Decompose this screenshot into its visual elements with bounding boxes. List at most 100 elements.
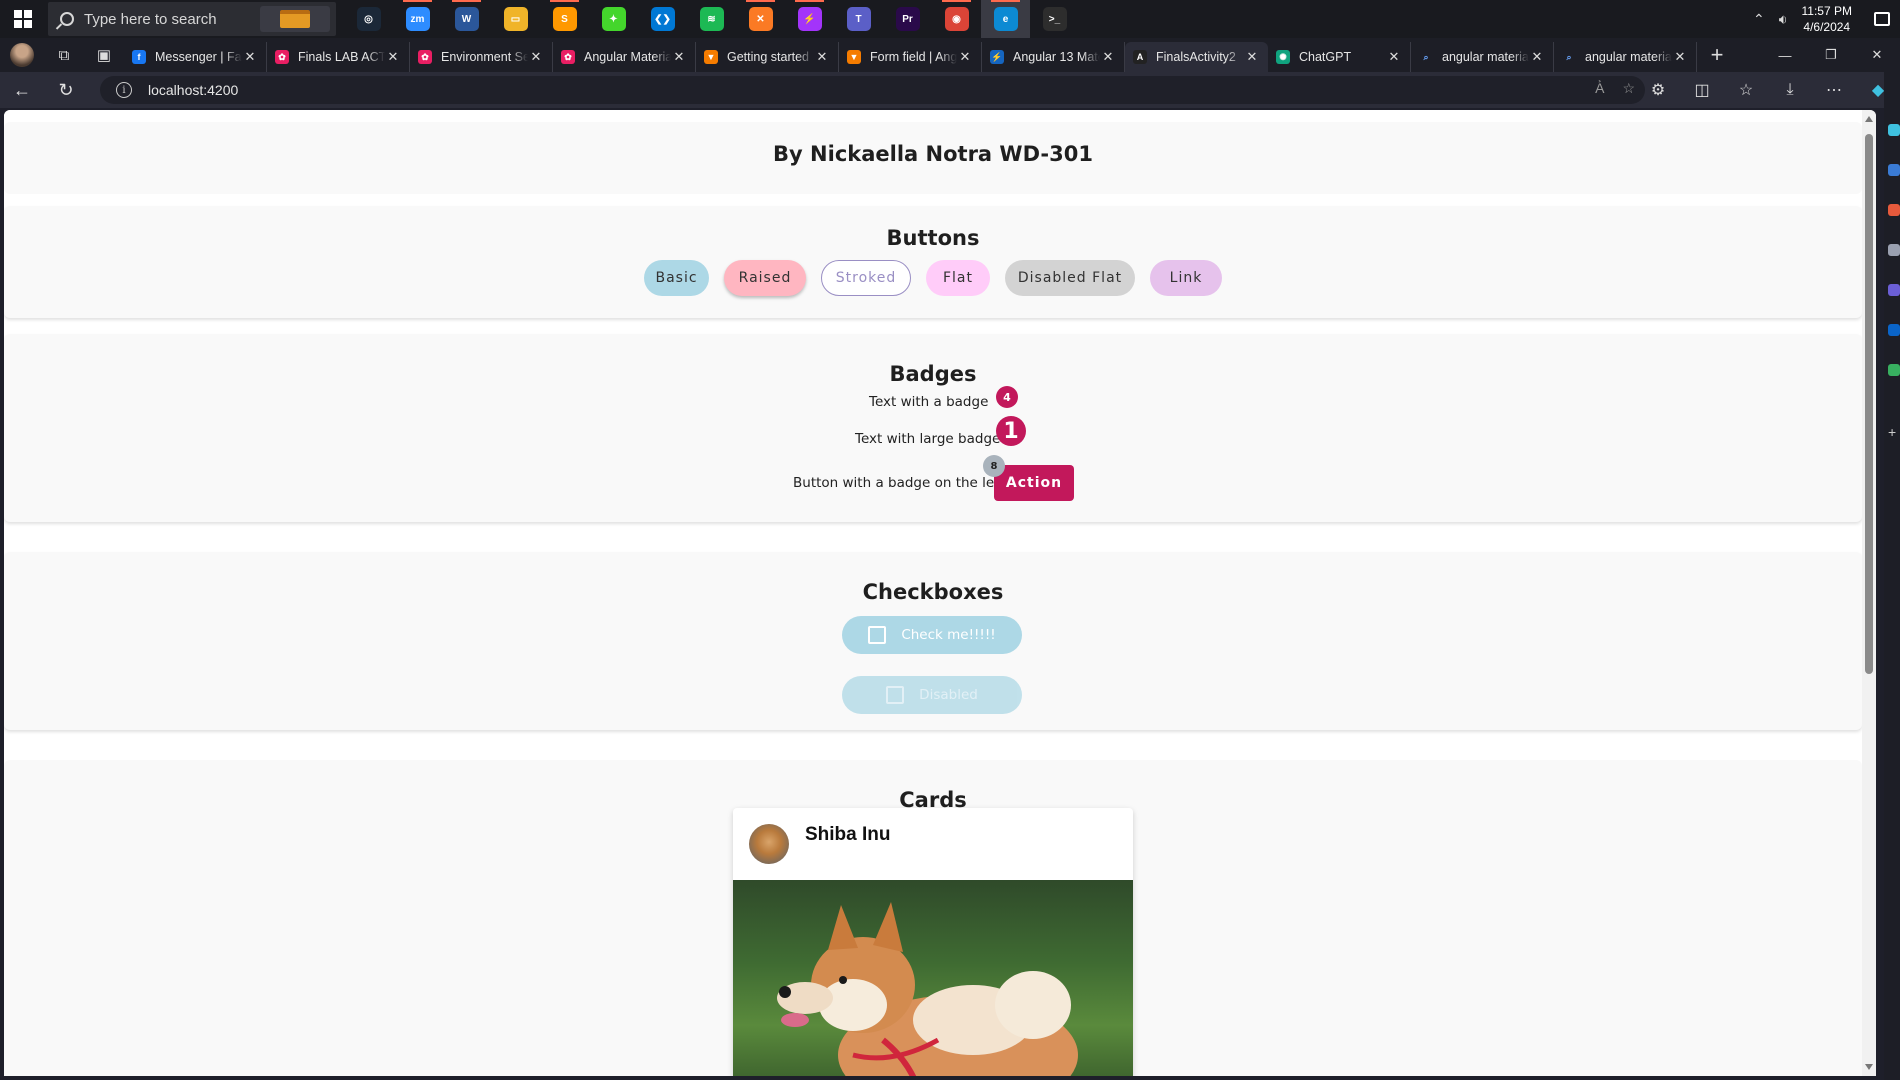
refresh-button[interactable]: ↻ <box>44 72 88 108</box>
back-button[interactable]: ← <box>0 72 44 108</box>
browser-tab[interactable]: ✿ Finals LAB ACT ✕ <box>267 42 410 72</box>
taskbar-app-vscode[interactable]: ❮❯ <box>638 0 687 38</box>
card-title: Shiba Inu <box>805 824 891 845</box>
taskbar-app-zoom[interactable]: zm <box>393 0 442 38</box>
close-window-button[interactable]: ✕ <box>1854 38 1900 72</box>
browser-tab[interactable]: ✺ ChatGPT ✕ <box>1268 42 1411 72</box>
clock-time: 11:57 PM <box>1801 4 1852 18</box>
taskbar-app-razer[interactable]: ✦ <box>589 0 638 38</box>
read-aloud-icon[interactable]: A͐ <box>1595 80 1604 97</box>
tab-title: FinalsActivity2 <box>1156 50 1236 64</box>
flat-button[interactable]: Flat <box>926 260 990 296</box>
profile-avatar[interactable] <box>0 38 44 72</box>
scroll-down-arrow-icon[interactable] <box>1865 1064 1873 1070</box>
sidebar-outlook-icon[interactable] <box>1888 324 1900 336</box>
badges-title: Badges <box>889 362 977 386</box>
page-scrollbar[interactable] <box>1862 110 1876 1076</box>
sidebar-add-icon[interactable]: + <box>1888 424 1900 440</box>
windows-start-button[interactable] <box>0 0 46 38</box>
taskbar-app-steam[interactable]: ◎ <box>344 0 393 38</box>
vscode-icon: ❮❯ <box>650 7 675 31</box>
taskbar-app-edge[interactable]: e <box>981 0 1030 38</box>
tab-close-icon[interactable]: ✕ <box>814 49 830 65</box>
scroll-up-arrow-icon[interactable] <box>1865 116 1873 122</box>
sidebar-search-icon[interactable] <box>1888 124 1900 136</box>
tab-close-icon[interactable]: ✕ <box>1529 49 1545 65</box>
tab-close-icon[interactable]: ✕ <box>385 49 401 65</box>
disabled-flat-button[interactable]: Disabled Flat <box>1005 260 1135 296</box>
notification-icon[interactable] <box>1874 12 1890 26</box>
taskbar-app-messenger[interactable]: ⚡ <box>785 0 834 38</box>
chevron-up-icon[interactable]: ⌃ <box>1753 11 1765 28</box>
tab-actions-icon[interactable]: ▣ <box>84 38 124 72</box>
windows-taskbar: Type here to search ◎ zm W ▭ S ✦ ❮❯ ≋ ✕ ⚡ T Pr ◉ e >_ … <box>0 0 1900 38</box>
tab-close-icon[interactable]: ✕ <box>242 49 258 65</box>
minimize-button[interactable]: — <box>1762 38 1808 72</box>
browser-tab[interactable]: A FinalsActivity2 ✕ <box>1125 42 1268 72</box>
browser-tab[interactable]: ✿ Angular Material ✕ <box>553 42 696 72</box>
taskbar-app-teams[interactable]: T <box>834 0 883 38</box>
browser-tab[interactable]: ▼ Getting started ✕ <box>696 42 839 72</box>
sidebar-office-icon[interactable] <box>1888 284 1900 296</box>
tab-title: Getting started <box>727 50 809 64</box>
premiere-icon: Pr <box>895 7 920 31</box>
taskbar-app-chrome[interactable]: ◉ <box>932 0 981 38</box>
sidebar-games-icon[interactable] <box>1888 244 1900 256</box>
tab-close-icon[interactable]: ✕ <box>671 49 687 65</box>
xampp-icon: ✕ <box>748 7 773 31</box>
address-bar[interactable]: i localhost:4200 A͐ ☆ <box>100 76 1645 104</box>
tab-close-icon[interactable]: ✕ <box>1672 49 1688 65</box>
briefcase-icon[interactable] <box>260 6 330 32</box>
more-menu-icon[interactable]: ⋯ <box>1812 72 1856 108</box>
browser-tab[interactable]: ✿ Environment Setup✕ <box>410 42 553 72</box>
raised-button[interactable]: Raised <box>724 260 806 296</box>
taskbar-app-xampp[interactable]: ✕ <box>736 0 785 38</box>
workspaces-icon[interactable]: ⧉ <box>44 38 84 72</box>
word-icon: W <box>454 7 479 31</box>
check-me-checkbox[interactable]: Check me!!!!! <box>842 616 1022 654</box>
toolbar-right: ⚙ ◫ ☆ ⤓ ⋯ ◆ <box>1636 72 1900 108</box>
link-button[interactable]: Link <box>1150 260 1222 296</box>
downloads-icon[interactable]: ⤓ <box>1768 72 1812 108</box>
system-tray: ⌃ 🔉︎ 11:57 PM 4/6/2024 <box>1753 0 1900 38</box>
restore-button[interactable]: ❐ <box>1808 38 1854 72</box>
tab-title: Messenger | Facebook <box>155 50 242 64</box>
tab-close-icon[interactable]: ✕ <box>1100 49 1116 65</box>
browser-tab[interactable]: f Messenger | Facebook✕ <box>124 42 267 72</box>
taskbar-app-file-explorer[interactable]: ▭ <box>491 0 540 38</box>
taskbar-app-word[interactable]: W <box>442 0 491 38</box>
tab-close-icon[interactable]: ✕ <box>957 49 973 65</box>
browser-tab[interactable]: ▼ Form field | Angular✕ <box>839 42 982 72</box>
sidebar-tools-icon[interactable] <box>1888 204 1900 216</box>
tab-close-icon[interactable]: ✕ <box>1386 49 1402 65</box>
sidebar-shopping-icon[interactable] <box>1888 164 1900 176</box>
site-info-icon[interactable]: i <box>116 82 132 98</box>
taskbar-app-spotify[interactable]: ≋ <box>687 0 736 38</box>
taskbar-app-terminal[interactable]: >_ <box>1030 0 1079 38</box>
tab-close-icon[interactable]: ✕ <box>1244 49 1260 65</box>
favorites-icon[interactable]: ☆ <box>1724 72 1768 108</box>
action-button[interactable]: Action <box>994 465 1074 501</box>
new-tab-button[interactable]: + <box>1697 38 1737 72</box>
taskbar-clock[interactable]: 11:57 PM 4/6/2024 <box>1802 3 1852 35</box>
scrollbar-thumb[interactable] <box>1865 134 1873 674</box>
spotify-icon: ≋ <box>699 7 724 31</box>
tab-close-icon[interactable]: ✕ <box>528 49 544 65</box>
disabled-label: Disabled <box>919 687 978 703</box>
extensions-icon[interactable]: ⚙ <box>1636 72 1680 108</box>
browser-tab[interactable]: ⌕ angular material ✕ <box>1411 42 1554 72</box>
browser-tab[interactable]: ⚡ Angular 13 Material✕ <box>982 42 1125 72</box>
zoom-icon: zm <box>405 7 430 31</box>
text-badge-label: Text with a badge <box>869 394 989 410</box>
taskbar-search-box[interactable]: Type here to search <box>48 2 336 36</box>
basic-button[interactable]: Basic <box>644 260 709 296</box>
taskbar-app-premiere[interactable]: Pr <box>883 0 932 38</box>
browser-tab[interactable]: ⌕ angular material ✕ <box>1554 42 1697 72</box>
stroked-button[interactable]: Stroked <box>821 260 911 296</box>
page-title: By Nickaella Notra WD-301 <box>773 142 1093 166</box>
taskbar-app-sublime[interactable]: S <box>540 0 589 38</box>
favorite-star-icon[interactable]: ☆ <box>1622 80 1635 97</box>
sidebar-drop-icon[interactable] <box>1888 364 1900 376</box>
volume-icon[interactable]: 🔉︎ <box>1779 11 1788 28</box>
split-screen-icon[interactable]: ◫ <box>1680 72 1724 108</box>
